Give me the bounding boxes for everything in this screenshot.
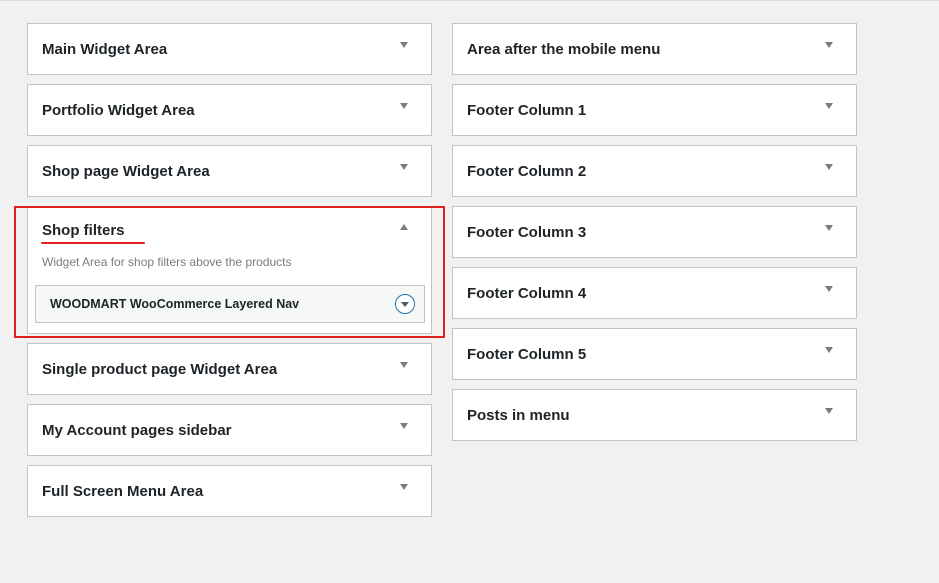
- widget-area-full-screen-menu[interactable]: Full Screen Menu Area: [27, 465, 432, 517]
- widget-areas-left-column: Main Widget Area Portfolio Widget Area S…: [27, 23, 432, 526]
- widget-area-title[interactable]: Single product page Widget Area: [42, 361, 277, 378]
- chevron-down-icon[interactable]: [824, 347, 834, 355]
- chevron-down-icon[interactable]: [824, 164, 834, 172]
- widget-area-shop-filters[interactable]: Shop filters Widget Area for shop filter…: [27, 206, 432, 334]
- widget-area-title[interactable]: Full Screen Menu Area: [42, 483, 203, 500]
- widget-area-description: Widget Area for shop filters above the p…: [42, 255, 292, 269]
- top-divider: [0, 0, 939, 1]
- widget-area-title[interactable]: My Account pages sidebar: [42, 422, 232, 439]
- chevron-down-icon[interactable]: [399, 362, 409, 370]
- widget-area-title[interactable]: Shop page Widget Area: [42, 163, 210, 180]
- widget-area-footer-column-4[interactable]: Footer Column 4: [452, 267, 857, 319]
- chevron-down-icon[interactable]: [824, 286, 834, 294]
- chevron-down-icon[interactable]: [399, 103, 409, 111]
- chevron-up-icon[interactable]: [399, 224, 409, 232]
- widget-area-title[interactable]: Footer Column 3: [467, 224, 586, 241]
- widget-area-footer-column-3[interactable]: Footer Column 3: [452, 206, 857, 258]
- widget-area-footer-column-2[interactable]: Footer Column 2: [452, 145, 857, 197]
- circle-chevron-down-icon[interactable]: [395, 294, 415, 314]
- widget-area-title[interactable]: Footer Column 1: [467, 102, 586, 119]
- widget-areas-right-column: Area after the mobile menu Footer Column…: [452, 23, 857, 450]
- chevron-down-icon[interactable]: [824, 408, 834, 416]
- widget-woodmart-layered-nav[interactable]: WOODMART WooCommerce Layered Nav: [35, 285, 425, 323]
- widget-area-single-product[interactable]: Single product page Widget Area: [27, 343, 432, 395]
- widget-area-after-mobile-menu[interactable]: Area after the mobile menu: [452, 23, 857, 75]
- widget-area-title[interactable]: Footer Column 2: [467, 163, 586, 180]
- widget-area-portfolio[interactable]: Portfolio Widget Area: [27, 84, 432, 136]
- widget-area-posts-in-menu[interactable]: Posts in menu: [452, 389, 857, 441]
- widget-area-title[interactable]: Footer Column 5: [467, 346, 586, 363]
- widget-area-title[interactable]: Portfolio Widget Area: [42, 102, 195, 119]
- chevron-down-icon[interactable]: [399, 164, 409, 172]
- widget-area-footer-column-1[interactable]: Footer Column 1: [452, 84, 857, 136]
- widget-area-title[interactable]: Area after the mobile menu: [467, 41, 660, 58]
- widget-area-main[interactable]: Main Widget Area: [27, 23, 432, 75]
- widget-title[interactable]: WOODMART WooCommerce Layered Nav: [50, 297, 299, 311]
- chevron-down-icon[interactable]: [399, 484, 409, 492]
- widget-area-footer-column-5[interactable]: Footer Column 5: [452, 328, 857, 380]
- widget-area-shop-page[interactable]: Shop page Widget Area: [27, 145, 432, 197]
- chevron-down-icon[interactable]: [824, 103, 834, 111]
- chevron-down-icon[interactable]: [399, 423, 409, 431]
- widget-area-title[interactable]: Posts in menu: [467, 407, 570, 424]
- chevron-down-icon[interactable]: [824, 42, 834, 50]
- widget-area-title[interactable]: Shop filters: [42, 222, 125, 239]
- widget-area-my-account[interactable]: My Account pages sidebar: [27, 404, 432, 456]
- chevron-down-icon[interactable]: [399, 42, 409, 50]
- widget-area-title[interactable]: Footer Column 4: [467, 285, 586, 302]
- chevron-down-icon[interactable]: [824, 225, 834, 233]
- widget-area-title[interactable]: Main Widget Area: [42, 41, 167, 58]
